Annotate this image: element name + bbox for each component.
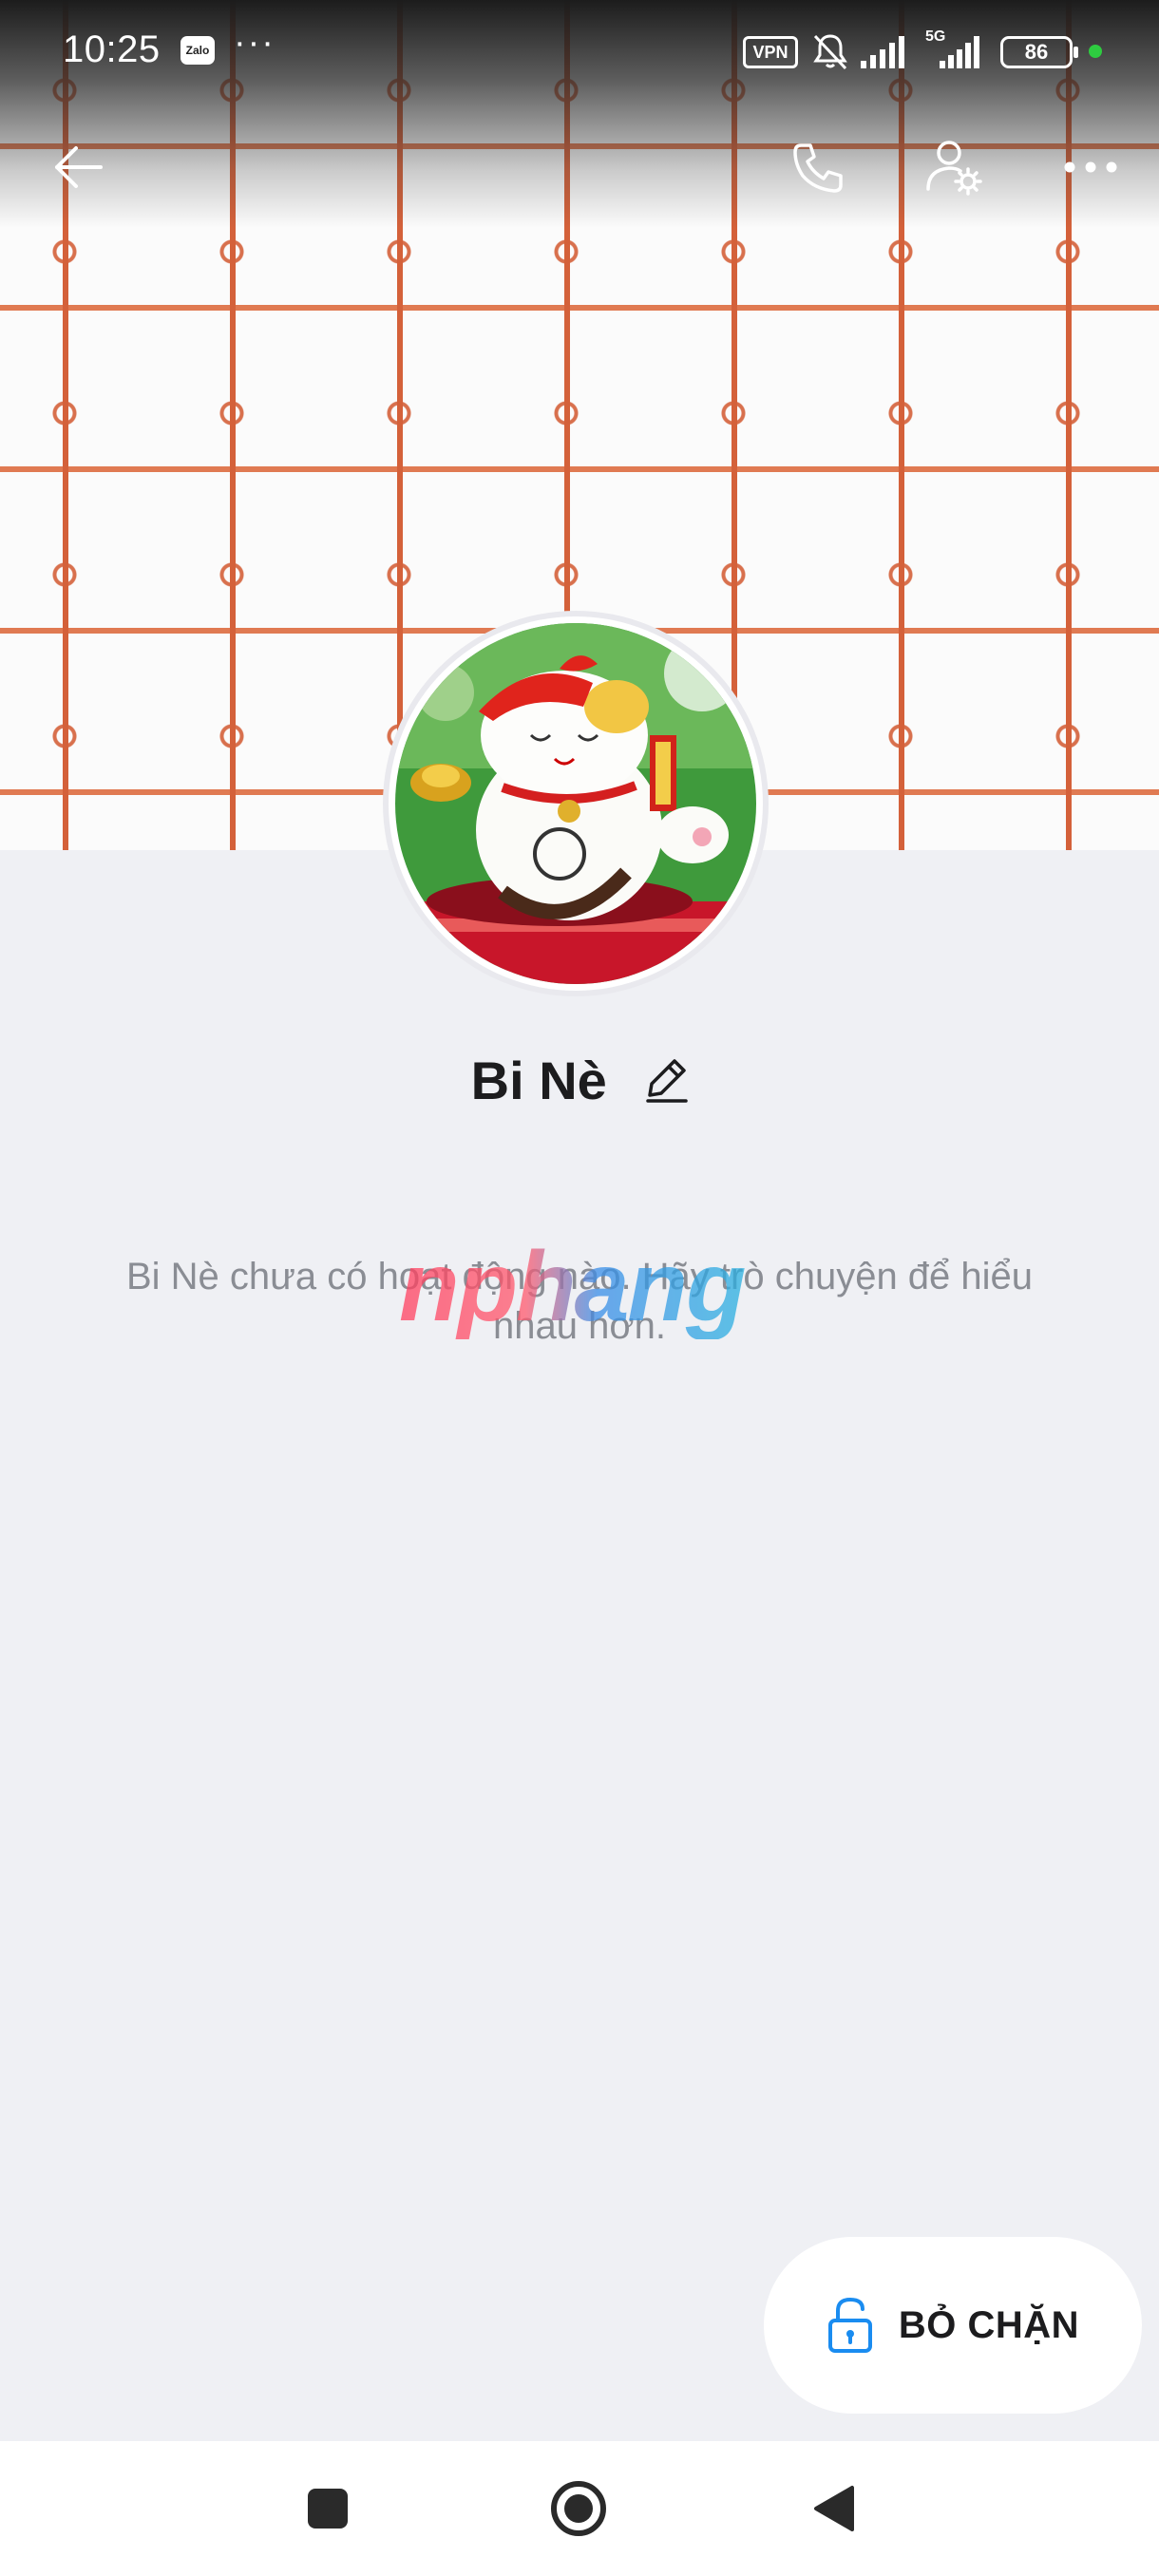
status-time: 10:25 [63,28,161,70]
unblock-label: BỎ CHẶN [898,2303,1080,2346]
home-circle-nav-icon [551,2481,606,2536]
call-button[interactable] [781,129,857,205]
profile-settings-button[interactable] [916,129,992,205]
unblock-button[interactable]: BỎ CHẶN [764,2237,1142,2414]
signal-5g-icon [940,36,979,68]
phone-icon [793,143,843,193]
zalo-notification-icon: Zalo [180,36,215,65]
avatar[interactable] [389,616,763,991]
profile-name-row: Bi Nè [0,1045,1159,1111]
more-options-button[interactable] [1053,129,1129,205]
home-button[interactable] [545,2475,612,2542]
more-notifications-icon: ··· [234,23,276,63]
more-horizontal-icon [1064,161,1117,173]
square-nav-icon [308,2489,348,2529]
privacy-indicator-dot [1089,45,1102,58]
back-button[interactable] [40,129,116,205]
recents-button[interactable] [294,2475,361,2542]
system-back-button[interactable] [800,2475,866,2542]
empty-activity-message: Bi Nè chưa có hoạt động nào. Hãy trò chu… [125,1256,1034,1347]
muted-bell-icon [813,34,847,70]
profile-name: Bi Nè [470,1050,607,1110]
unlock-icon [827,2297,872,2353]
back-triangle-nav-icon [814,2486,854,2531]
system-navigation-bar [0,2441,1159,2576]
user-settings-icon [926,141,982,196]
status-bar: 10:25 Zalo ··· VPN 5G 86 [0,0,1159,104]
back-arrow-icon [55,146,103,188]
signal-icon [861,36,904,68]
battery-icon: 86 [1000,36,1078,68]
lucky-cat-avatar-image [395,623,756,984]
edit-pencil-icon[interactable] [646,1057,689,1103]
vpn-icon: VPN [743,36,798,68]
